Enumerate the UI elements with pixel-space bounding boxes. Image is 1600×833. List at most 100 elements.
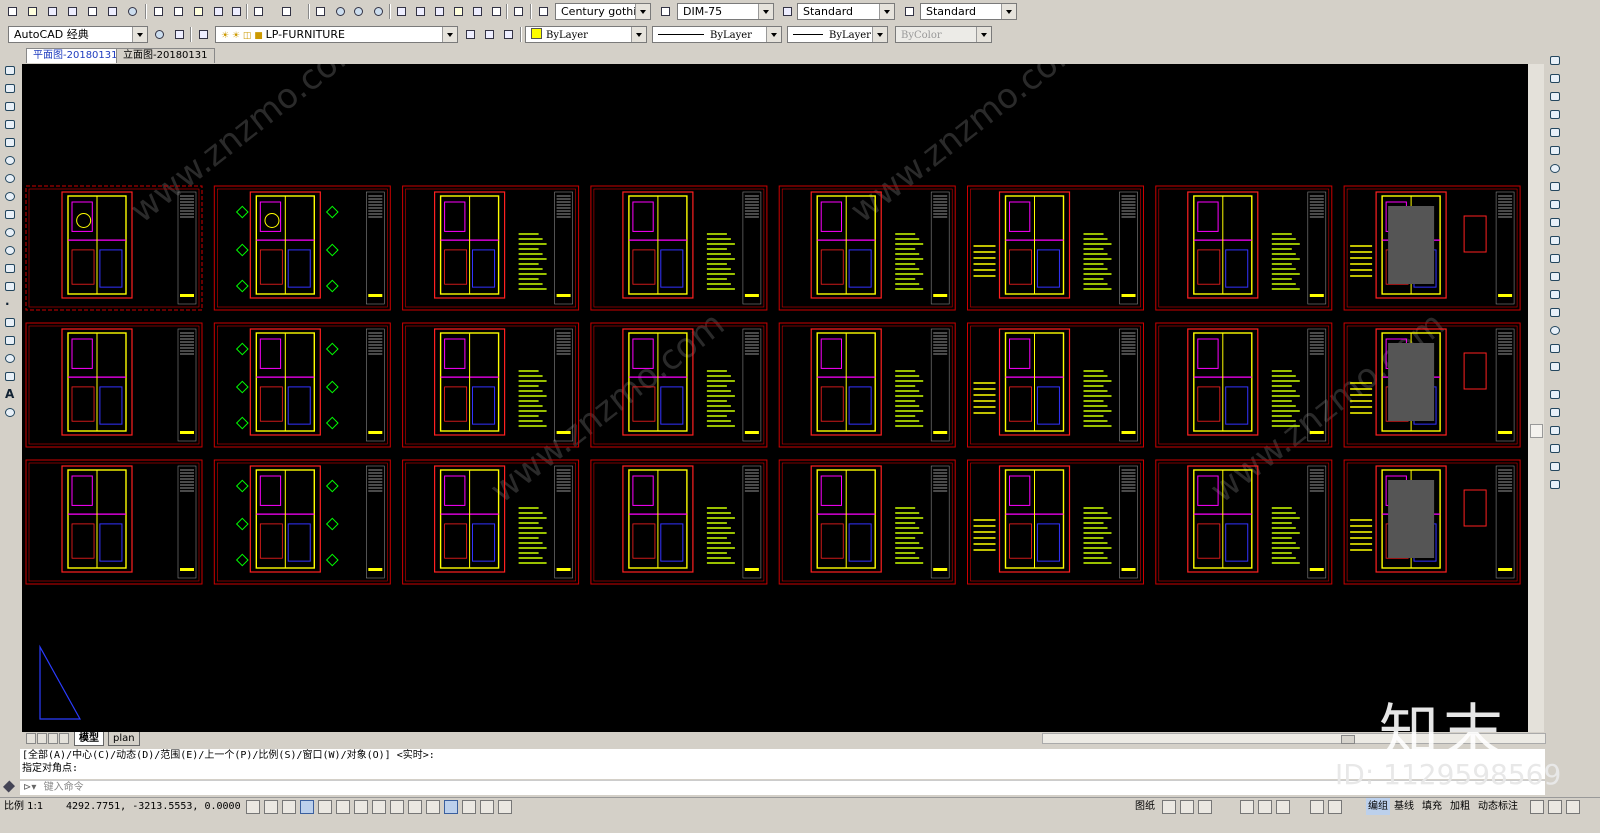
table-icon[interactable] <box>3 370 18 384</box>
doc-tab-plan[interactable]: 平面图-20180131 <box>26 48 125 63</box>
command-input[interactable]: ⊳▾ 键入命令 <box>20 780 1545 795</box>
object-snap-tracking-icon[interactable] <box>372 800 386 814</box>
grid-display-icon[interactable] <box>282 800 296 814</box>
previous-layout-icon[interactable] <box>37 733 47 744</box>
match-properties-icon[interactable] <box>210 3 226 19</box>
save-icon[interactable] <box>44 3 60 19</box>
3d-object-snap-icon[interactable] <box>354 800 368 814</box>
hardware-acceleration-icon[interactable] <box>1548 800 1562 814</box>
quick-view-drawings-icon[interactable] <box>1180 800 1194 814</box>
drawing-canvas[interactable]: www.znzmo.com www.znzmo.com www.znzmo.com w… <box>22 64 1528 732</box>
annotation-visibility-icon[interactable] <box>1258 800 1272 814</box>
move-icon[interactable] <box>1548 144 1563 158</box>
offset-icon[interactable] <box>1548 108 1563 122</box>
layer-previous-icon[interactable] <box>481 26 497 42</box>
pan-icon[interactable] <box>312 3 328 19</box>
mleader-style-icon[interactable] <box>901 3 917 19</box>
region-icon[interactable] <box>3 352 18 366</box>
zoom-window-icon[interactable] <box>350 3 366 19</box>
extend-icon[interactable] <box>1548 234 1563 248</box>
publish-icon[interactable] <box>104 3 120 19</box>
undo-icon[interactable] <box>250 3 266 19</box>
dim-style-icon[interactable] <box>657 3 673 19</box>
send-under-icon[interactable] <box>1548 442 1563 456</box>
layer-select[interactable]: ☀ ☀ ◫ ■ LP-FURNITURE <box>215 26 458 43</box>
vertical-scrollbar[interactable] <box>1528 64 1544 732</box>
sheet-set-icon[interactable] <box>450 3 466 19</box>
circle-icon[interactable] <box>3 172 18 186</box>
layout-tab-model[interactable]: 模型 <box>74 732 104 746</box>
redo-icon[interactable] <box>278 3 294 19</box>
chamfer-icon[interactable] <box>1548 306 1563 320</box>
text-style-select[interactable]: Century gothic <box>555 3 651 20</box>
scale-icon[interactable] <box>1548 180 1563 194</box>
snap-mode-icon[interactable] <box>264 800 278 814</box>
multiline-text-icon[interactable]: A <box>3 387 18 402</box>
line-icon[interactable] <box>3 64 18 78</box>
mleader-style-select[interactable]: Standard <box>920 3 1017 20</box>
first-layout-icon[interactable] <box>26 733 36 744</box>
spline-icon[interactable] <box>3 208 18 222</box>
make-object-layer-current-icon[interactable] <box>462 26 478 42</box>
point-icon[interactable]: · <box>3 297 18 312</box>
arc-icon[interactable] <box>3 154 18 168</box>
text-to-front-icon[interactable] <box>1548 460 1563 474</box>
rectangle-icon[interactable] <box>3 136 18 150</box>
workspace-switch-icon[interactable] <box>1310 800 1324 814</box>
open-file-icon[interactable] <box>24 3 40 19</box>
toolbar-lock-icon[interactable] <box>1328 800 1342 814</box>
text-style-icon[interactable] <box>535 3 551 19</box>
3d-dwf-icon[interactable] <box>124 3 140 19</box>
tool-palettes-icon[interactable] <box>431 3 447 19</box>
ortho-mode-icon[interactable] <box>300 800 314 814</box>
cut-icon[interactable] <box>150 3 166 19</box>
layer-isolate-icon[interactable] <box>500 26 516 42</box>
break-at-point-icon[interactable] <box>1548 252 1563 266</box>
fillet-icon[interactable] <box>1548 324 1563 338</box>
customize-wrench-icon[interactable] <box>2 780 16 794</box>
zoom-realtime-icon[interactable] <box>332 3 348 19</box>
markup-icon[interactable] <box>469 3 485 19</box>
polyline-icon[interactable] <box>3 100 18 114</box>
trim-icon[interactable] <box>1548 216 1563 230</box>
hatch-icon[interactable] <box>3 316 18 330</box>
doc-tab-elevation[interactable]: 立面图-20180131 <box>116 48 215 63</box>
lineweight-display-icon[interactable] <box>426 800 440 814</box>
dim-style-select[interactable]: DIM-75 <box>677 3 774 20</box>
new-file-icon[interactable] <box>4 3 20 19</box>
object-snap-icon[interactable] <box>336 800 350 814</box>
polygon-icon[interactable] <box>3 118 18 132</box>
vertical-scroll-thumb[interactable] <box>1530 424 1543 438</box>
quick-properties-icon[interactable] <box>462 800 476 814</box>
selection-cycling-icon[interactable] <box>480 800 494 814</box>
ellipse-arc-icon[interactable] <box>3 244 18 258</box>
isolate-objects-icon[interactable] <box>1530 800 1544 814</box>
pan-status-icon[interactable] <box>1198 800 1212 814</box>
plot-style-select[interactable]: ByColor <box>895 26 992 43</box>
quick-view-layouts-icon[interactable] <box>1162 800 1176 814</box>
paper-space-toggle[interactable]: 图纸 <box>1135 798 1155 815</box>
paste-icon[interactable] <box>190 3 206 19</box>
quickcalc-icon[interactable] <box>488 3 504 19</box>
array-icon[interactable] <box>1548 126 1563 140</box>
fill-toggle[interactable]: 填充 <box>1422 798 1442 815</box>
plot-icon[interactable] <box>64 3 80 19</box>
next-layout-icon[interactable] <box>48 733 58 744</box>
rotate-icon[interactable] <box>1548 162 1563 176</box>
make-block-icon[interactable] <box>3 280 18 294</box>
plot-preview-icon[interactable] <box>84 3 100 19</box>
properties-icon[interactable] <box>393 3 409 19</box>
workspace-select[interactable]: AutoCAD 经典 <box>8 26 148 43</box>
break-icon[interactable] <box>1548 270 1563 284</box>
lineweight-select[interactable]: ByLayer <box>787 26 888 43</box>
table-style-icon[interactable] <box>779 3 795 19</box>
draw-order-back-icon[interactable] <box>1548 406 1563 420</box>
explode-icon[interactable] <box>1548 360 1563 374</box>
stretch-icon[interactable] <box>1548 198 1563 212</box>
workspace-lock-icon[interactable] <box>171 26 187 42</box>
last-layout-icon[interactable] <box>59 733 69 744</box>
group-toggle[interactable]: 编组 <box>1366 798 1390 815</box>
block-editor-icon[interactable] <box>228 3 244 19</box>
gradient-icon[interactable] <box>3 334 18 348</box>
layer-manager-icon[interactable] <box>195 26 211 42</box>
